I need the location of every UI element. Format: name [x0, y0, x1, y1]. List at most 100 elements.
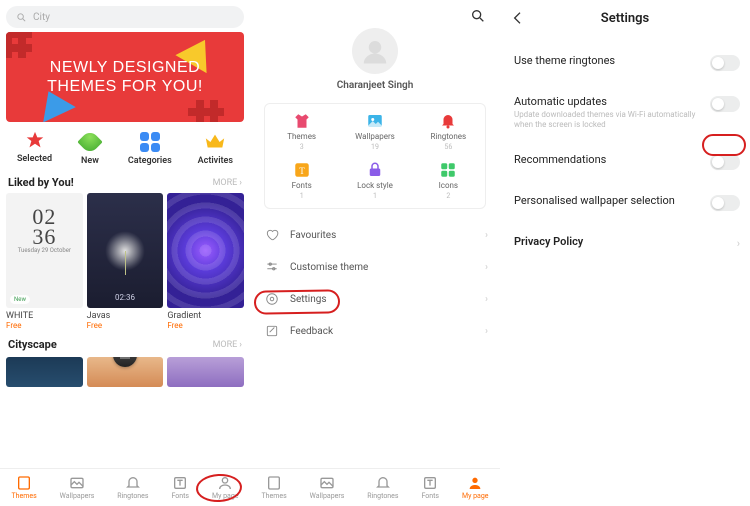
search-placeholder: City	[33, 12, 50, 23]
section-title: Liked by You!	[8, 176, 74, 189]
avatar[interactable]	[352, 28, 398, 74]
menu-favourites[interactable]: Favourites ›	[256, 219, 494, 251]
setting-title: Recommendations	[514, 153, 710, 166]
nav-ringtones[interactable]: Ringtones	[117, 475, 148, 500]
setting-privacy-policy[interactable]: Privacy Policy ›	[514, 223, 740, 262]
setting-title: Automatic updates	[514, 95, 710, 108]
setting-use-theme-ringtones[interactable]: Use theme ringtones	[514, 42, 740, 83]
stat-label: Fonts	[292, 181, 312, 190]
theme-name: Gradient	[167, 311, 244, 321]
bell-icon	[439, 112, 457, 130]
gear-icon	[264, 292, 280, 306]
hero-banner[interactable]: Newly Designed Themes For You!	[6, 32, 244, 122]
chevron-right-icon: ›	[485, 262, 488, 273]
nav-wallpapers[interactable]: Wallpapers	[310, 475, 345, 500]
image-icon	[69, 475, 85, 491]
grid-icon	[138, 130, 162, 154]
toggle[interactable]	[710, 154, 740, 170]
stat-count: 3	[300, 143, 304, 151]
sliders-icon	[264, 260, 280, 274]
settings-list: Use theme ringtones Automatic updates Up…	[500, 36, 750, 262]
stat-count: 1	[300, 192, 304, 200]
nav-label: Ringtones	[367, 492, 398, 500]
category-tabs: Selected New Categories Activites	[0, 122, 250, 168]
shirt-icon	[293, 112, 311, 130]
nav-label: My page	[212, 492, 239, 500]
page-title: Settings	[601, 11, 649, 26]
search-button[interactable]	[470, 8, 486, 27]
nav-mypage[interactable]: My page	[212, 475, 239, 500]
chevron-right-icon: ›	[239, 340, 242, 350]
stat-ringtones[interactable]: Ringtones 56	[412, 112, 485, 151]
person-icon	[467, 475, 483, 491]
theme-thumbnail[interactable]	[6, 357, 83, 387]
menu-customise[interactable]: Customise theme ›	[256, 251, 494, 283]
nav-mypage[interactable]: My page	[462, 475, 489, 500]
toggle[interactable]	[710, 96, 740, 112]
nav-wallpapers[interactable]: Wallpapers	[60, 475, 95, 500]
themes-home-screen: City Newly Designed Themes For You! Sele…	[0, 0, 250, 506]
more-link[interactable]: MORE›	[213, 178, 242, 188]
theme-thumbnail: 0236 Tuesday 29 October New	[6, 193, 83, 308]
nav-ringtones[interactable]: Ringtones	[367, 475, 398, 500]
cityscape-row	[0, 357, 250, 387]
themes-icon	[266, 475, 282, 491]
stat-icons[interactable]: Icons 2	[412, 161, 485, 200]
theme-card[interactable]: Gradient Free	[167, 193, 244, 330]
nav-themes[interactable]: Themes	[11, 475, 36, 500]
theme-thumbnail[interactable]	[87, 357, 164, 387]
menu-settings[interactable]: Settings ›	[256, 283, 494, 315]
stat-wallpapers[interactable]: Wallpapers 19	[338, 112, 411, 151]
bottom-nav: Themes Wallpapers Ringtones Fonts My pag…	[0, 468, 250, 506]
setting-description: Update downloaded themes via Wi-Fi autom…	[514, 110, 710, 129]
stat-lockstyle[interactable]: Lock style 1	[338, 161, 411, 200]
stat-fonts[interactable]: T Fonts 1	[265, 161, 338, 200]
bottom-nav: Themes Wallpapers Ringtones Fonts My pag…	[250, 468, 500, 506]
image-icon	[366, 112, 384, 130]
search-bar[interactable]: City	[6, 6, 244, 28]
theme-name: WHITE	[6, 311, 83, 321]
theme-thumbnail	[167, 193, 244, 308]
menu-label: Feedback	[290, 326, 333, 337]
search-icon	[16, 12, 27, 23]
theme-price: Free	[87, 321, 164, 330]
chevron-right-icon: ›	[239, 178, 242, 188]
nav-label: Ringtones	[117, 492, 148, 500]
nav-themes[interactable]: Themes	[261, 475, 286, 500]
stat-count: 19	[371, 143, 379, 151]
font-icon: T	[293, 161, 311, 179]
nav-fonts[interactable]: Fonts	[171, 475, 189, 500]
lock-icon	[366, 161, 384, 179]
tab-activities[interactable]: Activites	[198, 130, 233, 166]
back-button[interactable]	[510, 10, 526, 30]
setting-personalised-wallpaper[interactable]: Personalised wallpaper selection	[514, 182, 740, 223]
setting-recommendations[interactable]: Recommendations	[514, 141, 740, 182]
stat-count: 2	[446, 192, 450, 200]
setting-automatic-updates[interactable]: Automatic updates Update downloaded them…	[514, 83, 740, 141]
menu-feedback[interactable]: Feedback ›	[256, 315, 494, 347]
theme-card[interactable]: 0236 Tuesday 29 October New WHITE Free	[6, 193, 83, 330]
tab-new[interactable]: New	[78, 130, 102, 166]
toggle[interactable]	[710, 195, 740, 211]
font-icon	[422, 475, 438, 491]
tab-selected[interactable]: Selected	[17, 130, 52, 166]
more-link[interactable]: MORE›	[213, 340, 242, 350]
stat-themes[interactable]: Themes 3	[265, 112, 338, 151]
theme-thumbnail[interactable]	[167, 357, 244, 387]
person-icon	[217, 475, 233, 491]
liked-themes-row: 0236 Tuesday 29 October New WHITE Free 0…	[0, 193, 250, 330]
bell-icon	[125, 475, 141, 491]
theme-price: Free	[167, 321, 244, 330]
nav-label: Themes	[261, 492, 286, 500]
menu-label: Customise theme	[290, 262, 368, 273]
scroll-top-button[interactable]	[113, 357, 137, 367]
stat-label: Themes	[287, 132, 316, 141]
crown-icon	[203, 130, 227, 154]
liked-section-header: Liked by You! MORE›	[0, 168, 250, 193]
settings-screen: Settings Use theme ringtones Automatic u…	[500, 0, 750, 506]
toggle[interactable]	[710, 55, 740, 71]
nav-fonts[interactable]: Fonts	[421, 475, 439, 500]
tab-categories[interactable]: Categories	[128, 130, 172, 166]
theme-card[interactable]: 02:36 Javas Free	[87, 193, 164, 330]
username: Charanjeet Singh	[250, 80, 500, 91]
